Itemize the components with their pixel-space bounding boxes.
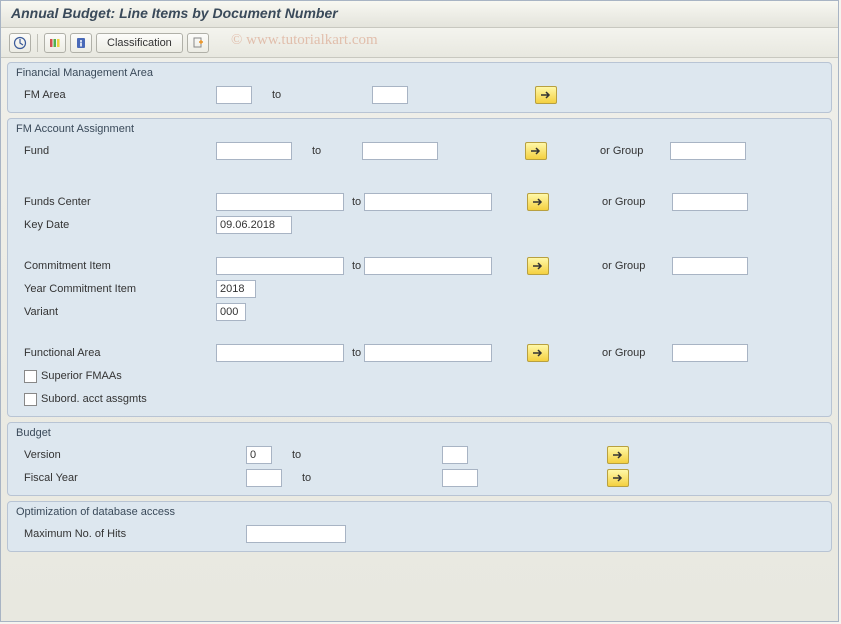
key-date-input[interactable] (216, 216, 292, 234)
variant-input[interactable] (216, 303, 246, 321)
row-year-commit: Year Commitment Item (16, 278, 823, 300)
version-from-input[interactable] (246, 446, 272, 464)
commit-item-select-button[interactable] (527, 257, 549, 275)
or-group-label: or Group (592, 260, 672, 272)
row-fm-area: FM Area to (16, 84, 823, 106)
func-area-from-input[interactable] (216, 344, 344, 362)
fiscal-select-button[interactable] (607, 469, 629, 487)
to-label: to (344, 347, 364, 359)
group-assign: FM Account Assignment Fund to or Group F… (7, 118, 832, 417)
row-fiscal: Fiscal Year to (16, 467, 823, 489)
funds-center-label: Funds Center (16, 196, 216, 208)
func-area-select-button[interactable] (527, 344, 549, 362)
version-label: Version (16, 449, 246, 461)
variant-label: Variant (16, 306, 216, 318)
to-label: to (282, 472, 442, 484)
key-date-label: Key Date (16, 219, 216, 231)
row-commit-item: Commitment Item to or Group (16, 255, 823, 277)
or-group-label: or Group (592, 347, 672, 359)
toolbar-separator (37, 34, 38, 52)
year-commit-input[interactable] (216, 280, 256, 298)
fund-label: Fund (16, 145, 216, 157)
commit-item-label: Commitment Item (16, 260, 216, 272)
fiscal-label: Fiscal Year (16, 472, 246, 484)
to-label: to (272, 449, 442, 461)
funds-center-group-input[interactable] (672, 193, 748, 211)
row-version: Version to (16, 444, 823, 466)
row-func-area: Functional Area to or Group (16, 342, 823, 364)
page-title: Annual Budget: Line Items by Document Nu… (11, 5, 828, 21)
row-max-hits: Maximum No. of Hits (16, 523, 823, 545)
variant-button[interactable] (44, 33, 66, 53)
group-title-budget: Budget (16, 425, 823, 443)
arrow-right-icon (531, 260, 545, 272)
fund-group-input[interactable] (670, 142, 746, 160)
func-area-to-input[interactable] (364, 344, 492, 362)
fm-area-select-button[interactable] (535, 86, 557, 104)
title-bar: Annual Budget: Line Items by Document Nu… (1, 1, 838, 28)
row-fund: Fund to or Group (16, 140, 823, 162)
fund-select-button[interactable] (525, 142, 547, 160)
watermark: © www.tutorialkart.com (231, 32, 378, 49)
fund-to-input[interactable] (362, 142, 438, 160)
row-key-date: Key Date (16, 214, 823, 236)
year-commit-label: Year Commitment Item (16, 283, 216, 295)
row-superior: Superior FMAAs (16, 365, 823, 387)
group-fma: Financial Management Area FM Area to (7, 62, 832, 113)
arrow-right-icon (531, 347, 545, 359)
info-icon (74, 36, 88, 50)
arrow-right-icon (611, 472, 625, 484)
arrow-right-icon (529, 145, 543, 157)
fm-area-from-input[interactable] (216, 86, 252, 104)
fund-from-input[interactable] (216, 142, 292, 160)
to-label: to (344, 196, 364, 208)
commit-item-to-input[interactable] (364, 257, 492, 275)
fiscal-from-input[interactable] (246, 469, 282, 487)
group-title-opt: Optimization of database access (16, 504, 823, 522)
version-to-input[interactable] (442, 446, 468, 464)
commit-item-from-input[interactable] (216, 257, 344, 275)
version-select-button[interactable] (607, 446, 629, 464)
document-plus-icon (191, 36, 205, 50)
row-funds-center: Funds Center to or Group (16, 191, 823, 213)
to-label: to (344, 260, 364, 272)
classification-label: Classification (107, 37, 172, 49)
group-opt: Optimization of database access Maximum … (7, 501, 832, 552)
info-button[interactable] (70, 33, 92, 53)
row-subord: Subord. acct assgmts (16, 388, 823, 410)
create-button[interactable] (187, 33, 209, 53)
funds-center-select-button[interactable] (527, 193, 549, 211)
superior-label: Superior FMAAs (41, 370, 122, 382)
columns-icon (48, 36, 62, 50)
fiscal-to-input[interactable] (442, 469, 478, 487)
func-area-label: Functional Area (16, 347, 216, 359)
to-label: to (252, 89, 372, 101)
max-hits-input[interactable] (246, 525, 346, 543)
group-title-assign: FM Account Assignment (16, 121, 823, 139)
row-variant: Variant (16, 301, 823, 323)
subord-label: Subord. acct assgmts (41, 393, 147, 405)
or-group-label: or Group (590, 145, 670, 157)
commit-item-group-input[interactable] (672, 257, 748, 275)
superior-checkbox[interactable] (24, 370, 37, 383)
arrow-right-icon (531, 196, 545, 208)
subord-checkbox[interactable] (24, 393, 37, 406)
arrow-right-icon (539, 89, 553, 101)
fm-area-label: FM Area (16, 89, 216, 101)
toolbar: Classification © www.tutorialkart.com (1, 28, 838, 58)
clock-execute-icon (13, 36, 27, 50)
or-group-label: or Group (592, 196, 672, 208)
funds-center-from-input[interactable] (216, 193, 344, 211)
max-hits-label: Maximum No. of Hits (16, 528, 246, 540)
arrow-right-icon (611, 449, 625, 461)
to-label: to (292, 145, 362, 157)
funds-center-to-input[interactable] (364, 193, 492, 211)
group-title-fma: Financial Management Area (16, 65, 823, 83)
func-area-group-input[interactable] (672, 344, 748, 362)
fm-area-to-input[interactable] (372, 86, 408, 104)
execute-button[interactable] (9, 33, 31, 53)
group-budget: Budget Version to Fiscal Year to (7, 422, 832, 496)
classification-button[interactable]: Classification (96, 33, 183, 53)
